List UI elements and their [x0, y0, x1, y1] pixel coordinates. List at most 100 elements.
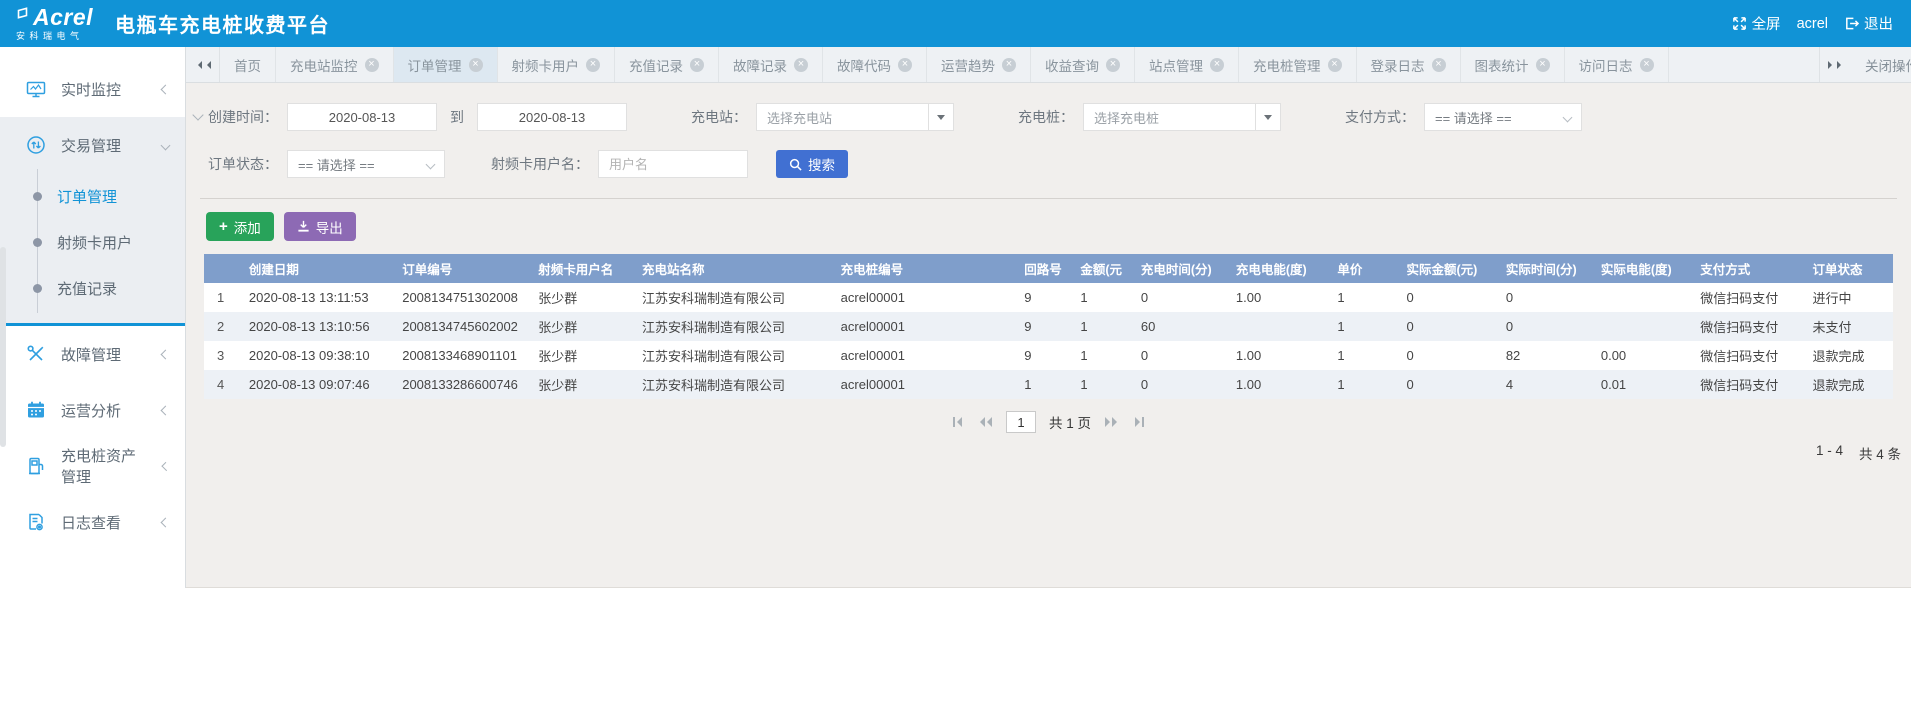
tab-close-icon[interactable]: × — [469, 58, 483, 72]
last-page-icon — [1135, 417, 1140, 427]
double-right-arrow-icon — [1828, 61, 1836, 69]
next-page-button[interactable] — [1101, 413, 1121, 431]
page-number-input[interactable] — [1006, 411, 1036, 433]
sidebar-item-log-viewer[interactable]: 日志查看 — [0, 494, 185, 550]
row-number-cell: 4 — [204, 370, 243, 399]
column-header: 充电电能(度) — [1230, 254, 1332, 283]
search-button-label: 搜索 — [808, 154, 835, 174]
pay-method-select[interactable]: == 请选择 == — [1424, 103, 1582, 131]
total-pages-label: 共 1 页 — [1049, 412, 1091, 432]
rfid-user-input[interactable] — [598, 150, 748, 178]
table-cell: 1 — [1018, 370, 1074, 399]
table-cell: 0 — [1400, 312, 1499, 341]
first-page-icon — [953, 417, 955, 427]
tabs-scroll-left-button[interactable] — [186, 47, 220, 82]
tab-close-icon[interactable]: × — [1432, 58, 1446, 72]
station-combobox[interactable]: 选择充电站 — [756, 103, 954, 131]
fullscreen-button[interactable]: 全屏 — [1732, 13, 1781, 34]
tab-close-icon[interactable]: × — [1210, 58, 1224, 72]
tab-close-icon[interactable]: × — [1536, 58, 1550, 72]
order-status-select[interactable]: == 请选择 == — [287, 150, 445, 178]
row-number-cell: 3 — [204, 341, 243, 370]
sidebar-subitem-order-management[interactable]: 订单管理 — [0, 173, 185, 219]
tab-rfid-card-users[interactable]: 射频卡用户× — [498, 47, 616, 82]
pile-combobox-arrow-button[interactable] — [1255, 103, 1281, 131]
sidebar-item-fault-management[interactable]: 故障管理 — [0, 326, 185, 382]
station-combobox-arrow-button[interactable] — [928, 103, 954, 131]
sidebar-submenu: 订单管理射频卡用户充值记录 — [0, 173, 185, 323]
table-cell: 江苏安科瑞制造有限公司 — [636, 370, 835, 399]
table-row[interactable]: 32020-08-13 09:38:102008133468901101张少群江… — [204, 341, 1893, 370]
username[interactable]: acrel — [1797, 16, 1828, 32]
sidebar-item-operation-analysis[interactable]: 运营分析 — [0, 382, 185, 438]
tab-label: 订单管理 — [408, 55, 462, 75]
fullscreen-label: 全屏 — [1752, 13, 1781, 34]
tab-fault-records[interactable]: 故障记录× — [719, 47, 823, 82]
tab-order-management[interactable]: 订单管理 × — [394, 47, 498, 82]
sidebar-scrollbar-thumb[interactable] — [0, 247, 6, 447]
tab-label: 首页 — [234, 55, 261, 75]
tab-revenue-query[interactable]: 收益查询× — [1031, 47, 1135, 82]
tab-fault-codes[interactable]: 故障代码× — [823, 47, 927, 82]
logout-button[interactable]: 退出 — [1844, 13, 1893, 34]
export-button[interactable]: 导出 — [284, 212, 356, 241]
tab-close-icon[interactable]: × — [586, 58, 600, 72]
table-row[interactable]: 22020-08-13 13:10:562008134745602002张少群江… — [204, 312, 1893, 341]
pager-controls: 共 1 页 — [186, 411, 1911, 433]
tab-close-icon[interactable]: × — [1328, 58, 1342, 72]
tab-label: 站点管理 — [1149, 55, 1203, 75]
column-header: 单价 — [1331, 254, 1400, 283]
table-cell: acrel00001 — [835, 312, 1019, 341]
table-cell: 0 — [1135, 370, 1230, 399]
table-cell: 张少群 — [532, 341, 636, 370]
tab-charging-pile-management[interactable]: 充电桩管理× — [1239, 47, 1357, 82]
tab-chart-statistics[interactable]: 图表统计 × — [1461, 47, 1565, 82]
tab-close-icon[interactable]: × — [365, 58, 379, 72]
last-page-button[interactable] — [1131, 413, 1148, 431]
logout-label: 退出 — [1864, 13, 1893, 34]
tab-login-logs[interactable]: 登录日志× — [1357, 47, 1461, 82]
tab-close-icon[interactable]: × — [1106, 58, 1120, 72]
record-total-text: 共 4 条 — [1859, 443, 1901, 463]
table-row[interactable]: 12020-08-13 13:11:532008134751302008张少群江… — [204, 283, 1893, 312]
tab-station-monitor[interactable]: 充电站监控× — [276, 47, 394, 82]
date-from-input[interactable] — [287, 103, 437, 131]
first-page-button[interactable] — [949, 413, 966, 431]
pile-combobox[interactable]: 选择充电桩 — [1083, 103, 1281, 131]
sidebar-subitem-recharge-records[interactable]: 充值记录 — [0, 265, 185, 311]
rfid-user-label: 射频卡用户名： — [491, 154, 589, 174]
filter-row-2: 订单状态： == 请选择 == 射频卡用户名： 搜索 — [208, 150, 1911, 178]
table-cell: 82 — [1500, 341, 1595, 370]
filter-collapse-icon[interactable] — [192, 109, 203, 120]
add-button-label: 添加 — [234, 217, 261, 237]
tab-close-icon[interactable]: × — [1002, 58, 1016, 72]
tab-close-icon[interactable]: × — [794, 58, 808, 72]
pay-method-label: 支付方式： — [1345, 107, 1415, 127]
prev-page-button[interactable] — [976, 413, 996, 431]
date-to-input[interactable] — [477, 103, 627, 131]
tab-label: 图表统计 — [1475, 55, 1529, 75]
table-cell: 0 — [1135, 283, 1230, 312]
sidebar-item-charging-pile-assets[interactable]: 充电桩资产管理 — [0, 438, 185, 494]
tab-station-management[interactable]: 站点管理 × — [1135, 47, 1239, 82]
tab-close-icon[interactable]: × — [898, 58, 912, 72]
add-button[interactable]: + 添加 — [206, 212, 274, 241]
table-row[interactable]: 42020-08-13 09:07:462008133286600746张少群江… — [204, 370, 1893, 399]
tab-operation-trend[interactable]: 运营趋势× — [927, 47, 1031, 82]
close-operations-menu[interactable]: 关闭操作 — [1853, 47, 1911, 82]
sidebar-item-label: 运营分析 — [61, 400, 121, 421]
sidebar-subitem-label: 订单管理 — [57, 186, 117, 207]
sidebar-subitem-rfid-card-users[interactable]: 射频卡用户 — [0, 219, 185, 265]
tab-access-logs[interactable]: 访问日志× — [1565, 47, 1669, 82]
column-header: 充电时间(分) — [1135, 254, 1230, 283]
tab-recharge-records[interactable]: 充值记录× — [615, 47, 719, 82]
sidebar-item-realtime-monitor[interactable]: 实时监控 — [0, 61, 185, 117]
tab-close-icon[interactable]: × — [1640, 58, 1654, 72]
sidebar-item-transaction-management[interactable]: 交易管理 — [0, 117, 185, 173]
tabs-scroll-right-button[interactable] — [1819, 47, 1853, 82]
tab-close-icon[interactable]: × — [690, 58, 704, 72]
search-button[interactable]: 搜索 — [776, 150, 848, 178]
tab-home[interactable]: 首页 — [220, 47, 276, 82]
sidebar-menu: 实时监控交易管理订单管理射频卡用户充值记录故障管理运营分析充电桩资产管理日志查看 — [0, 61, 185, 550]
row-number-cell: 2 — [204, 312, 243, 341]
